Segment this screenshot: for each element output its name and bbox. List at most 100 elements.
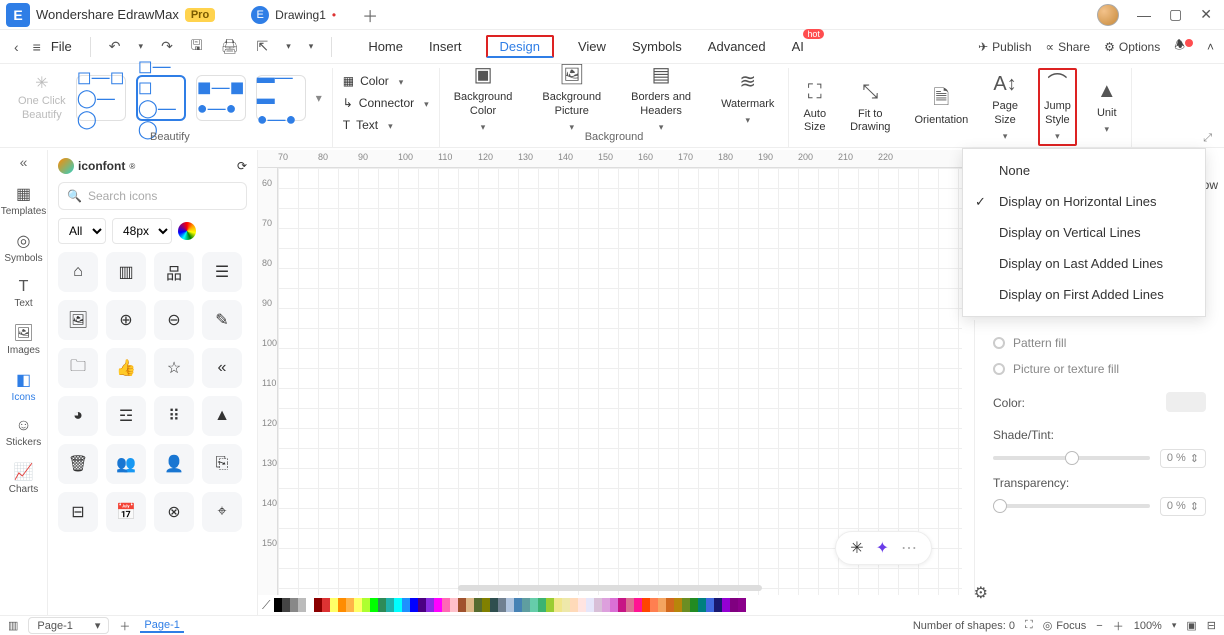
sidebar-collapse-button[interactable]: « [20, 154, 28, 170]
icon-item[interactable]: ☰ [202, 252, 242, 292]
pages-panel-toggle[interactable]: ▥ [8, 619, 18, 632]
theme-style-4[interactable]: ▬—▬●—● [256, 75, 306, 121]
sidebar-item-charts[interactable]: 📈Charts [0, 458, 47, 499]
export-button[interactable]: ⇱ [253, 38, 273, 55]
redo-button[interactable]: ↷ [157, 38, 177, 55]
export-dropdown[interactable]: ▾ [282, 41, 295, 52]
color-chip[interactable] [362, 598, 370, 612]
file-menu[interactable]: File [51, 39, 72, 54]
icon-category-select[interactable]: All [58, 218, 106, 244]
color-chip[interactable] [610, 598, 618, 612]
jump-option-horizontal[interactable]: Display on Horizontal Lines [963, 186, 1205, 217]
sidebar-item-images[interactable]: 🖼Images [0, 319, 47, 360]
color-chip[interactable] [506, 598, 514, 612]
color-chip[interactable] [298, 598, 306, 612]
color-chip[interactable] [306, 598, 314, 612]
jump-option-vertical[interactable]: Display on Vertical Lines [963, 217, 1205, 248]
share-button[interactable]: ∝ Share [1046, 40, 1091, 54]
icon-item[interactable]: 🗑 [58, 444, 98, 484]
shade-slider[interactable] [993, 456, 1150, 460]
color-chip[interactable] [650, 598, 658, 612]
color-chip[interactable] [378, 598, 386, 612]
icon-item[interactable]: ⊟ [58, 492, 98, 532]
color-chip[interactable] [498, 598, 506, 612]
color-chip[interactable] [562, 598, 570, 612]
color-chip[interactable] [322, 598, 330, 612]
publish-button[interactable]: ✈ Publish [978, 40, 1031, 54]
canvas[interactable]: 7080901001101201301401501601701801902002… [258, 150, 962, 595]
color-chip[interactable] [594, 598, 602, 612]
color-chip[interactable] [698, 598, 706, 612]
settings-gear-button[interactable]: ⚙ [974, 583, 988, 603]
color-chip[interactable] [354, 598, 362, 612]
color-chip[interactable] [482, 598, 490, 612]
theme-more-dropdown[interactable]: ▾ [316, 91, 322, 105]
color-chip[interactable] [474, 598, 482, 612]
icon-item[interactable]: ⎘ [202, 444, 242, 484]
icon-item[interactable]: ☆ [154, 348, 194, 388]
theme-style-1[interactable]: ◻—◻◯—◯ [76, 75, 126, 121]
sidebar-item-text[interactable]: TText [0, 274, 47, 313]
one-click-beautify-button[interactable]: ✳ One Click Beautify [18, 74, 66, 122]
color-chip[interactable] [402, 598, 410, 612]
icon-item[interactable]: 👍 [106, 348, 146, 388]
shade-value-stepper[interactable]: 0 %⇕ [1160, 449, 1206, 468]
fullscreen-button[interactable]: ⛶ [1025, 619, 1033, 632]
search-icons-input[interactable]: 🔍 Search icons [58, 182, 247, 210]
color-chip[interactable] [658, 598, 666, 612]
horizontal-scrollbar[interactable] [458, 585, 762, 591]
icon-item[interactable]: 🗀 [58, 348, 98, 388]
refresh-icons-button[interactable]: ⟳ [237, 159, 247, 173]
color-chip[interactable] [530, 598, 538, 612]
color-chip[interactable] [282, 598, 290, 612]
add-page-button[interactable]: ＋ [119, 618, 130, 634]
tab-advanced[interactable]: Advanced [706, 35, 768, 58]
color-chip[interactable] [458, 598, 466, 612]
save-button[interactable]: 🖫 [187, 35, 207, 59]
tab-symbols[interactable]: Symbols [630, 35, 684, 58]
color-chip[interactable] [546, 598, 554, 612]
color-chip[interactable] [338, 598, 346, 612]
more-qat-dropdown[interactable]: ▾ [305, 41, 318, 52]
icon-item[interactable]: 🖼 [58, 300, 98, 340]
color-chip[interactable] [738, 598, 746, 612]
hamburger-icon[interactable]: ≡ [33, 39, 41, 55]
color-chip[interactable] [290, 598, 298, 612]
page-selector[interactable]: Page-1▾ [28, 617, 109, 634]
icon-item[interactable]: 👤 [154, 444, 194, 484]
tab-view[interactable]: View [576, 35, 608, 58]
theme-style-2[interactable]: ◻—◻◯—◯ [136, 75, 186, 121]
icon-item[interactable]: « [202, 348, 242, 388]
color-chip[interactable] [554, 598, 562, 612]
ai-magic-button[interactable]: ✳ [850, 538, 863, 558]
icon-item[interactable]: ⌂ [58, 252, 98, 292]
orientation-button[interactable]: 🗎Orientation [910, 86, 972, 127]
zoom-in-button[interactable]: ＋ [1113, 618, 1124, 634]
tab-insert[interactable]: Insert [427, 35, 464, 58]
color-chip[interactable] [682, 598, 690, 612]
sidebar-item-icons[interactable]: ◧Icons [0, 366, 47, 407]
sidebar-item-symbols[interactable]: ◎Symbols [0, 227, 47, 268]
color-chip[interactable] [690, 598, 698, 612]
color-chip[interactable] [730, 598, 738, 612]
icon-item[interactable]: 👥 [106, 444, 146, 484]
zoom-level[interactable]: 100% [1134, 620, 1162, 632]
color-chip[interactable] [466, 598, 474, 612]
icon-item[interactable]: 品 [154, 252, 194, 292]
undo-dropdown[interactable]: ▾ [135, 41, 148, 52]
color-chip[interactable] [442, 598, 450, 612]
color-chip[interactable] [722, 598, 730, 612]
icon-item[interactable]: ⌖ [202, 492, 242, 532]
auto-size-button[interactable]: ⛶Auto Size [799, 80, 830, 134]
sidebar-item-templates[interactable]: ▦Templates [0, 180, 47, 221]
icon-item[interactable]: ⊕ [106, 300, 146, 340]
minimize-button[interactable]: — [1137, 7, 1151, 23]
tab-ai[interactable]: AI hot [790, 35, 806, 58]
options-button[interactable]: ⚙ Options [1104, 40, 1160, 54]
color-chip[interactable] [434, 598, 442, 612]
color-chip[interactable] [330, 598, 338, 612]
icon-item[interactable]: ▥ [106, 252, 146, 292]
new-tab-button[interactable]: ＋ [362, 3, 378, 27]
focus-mode-button[interactable]: ◎ Focus [1043, 619, 1087, 632]
jump-style-button[interactable]: ⌒Jump Style▾ [1038, 68, 1077, 145]
